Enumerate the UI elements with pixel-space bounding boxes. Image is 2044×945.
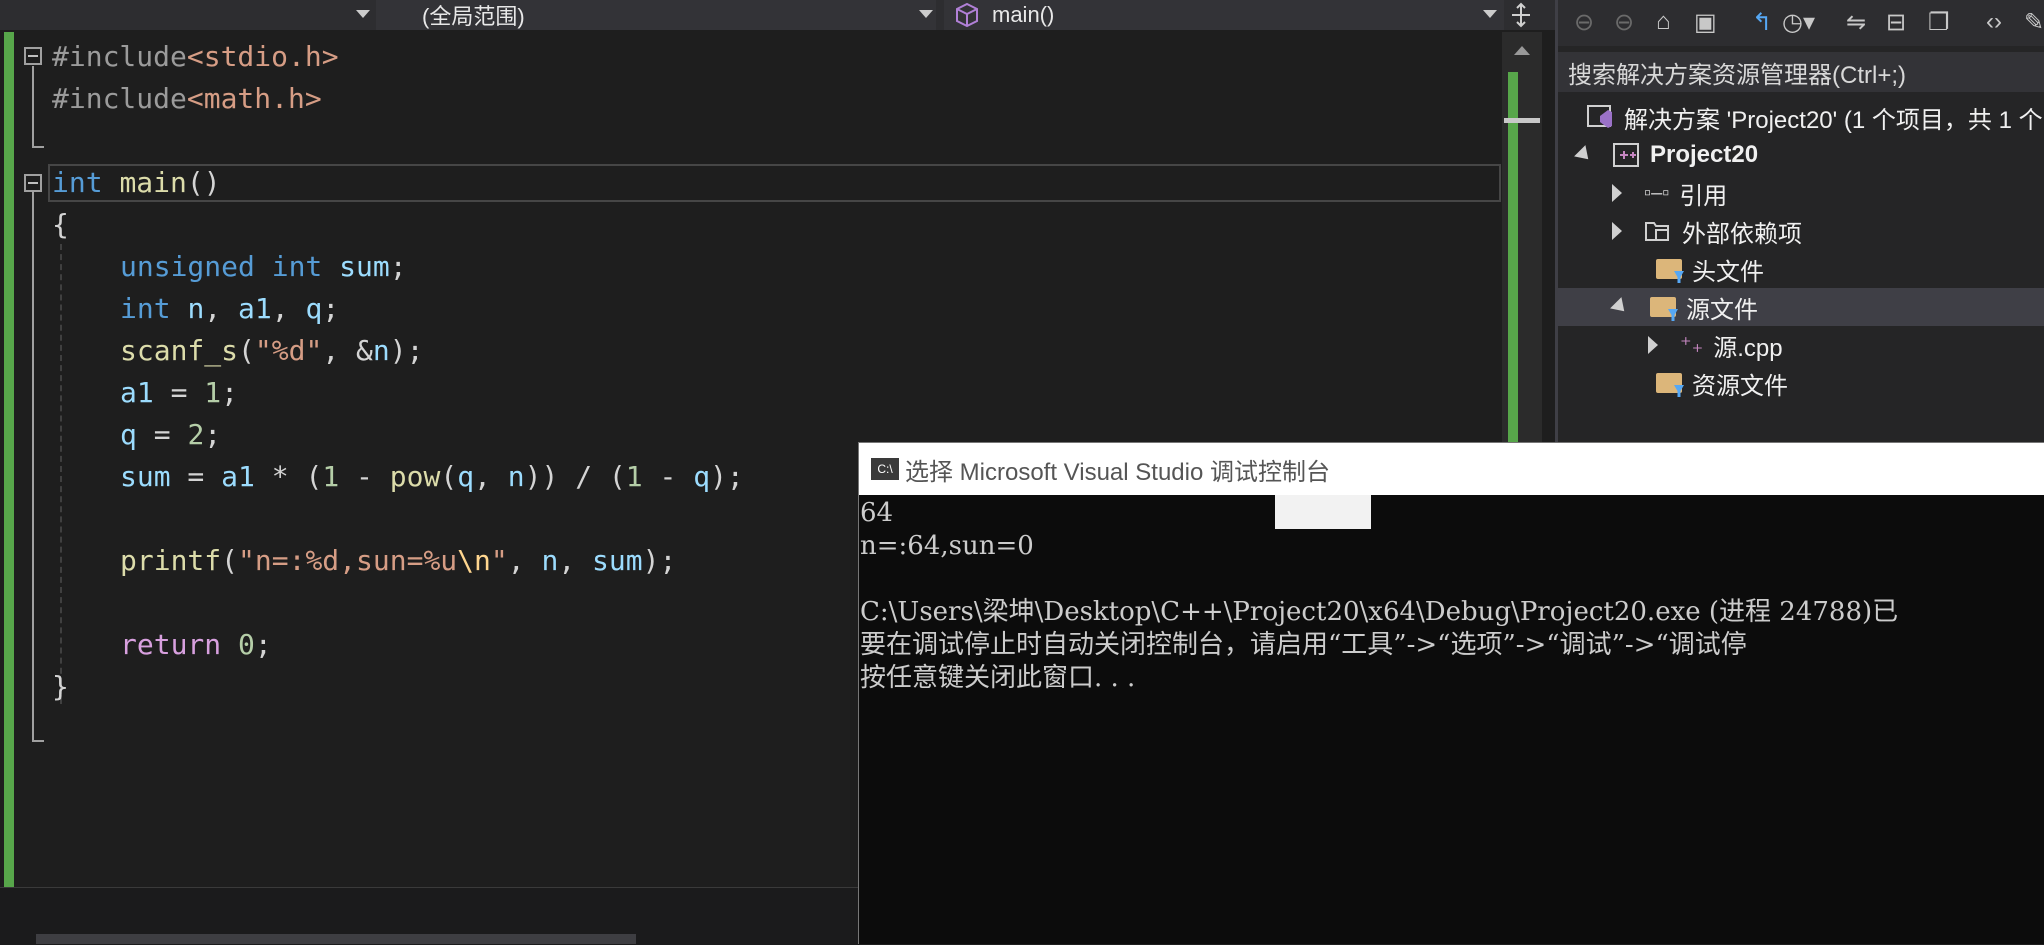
code-line: int n, a1, q;	[120, 292, 340, 325]
tree-item-external-deps[interactable]: 外部依赖项	[1612, 212, 1802, 250]
indent-guide	[60, 244, 62, 704]
cpp-project-icon	[1613, 143, 1639, 167]
back-icon[interactable]: ⊖	[1574, 8, 1594, 38]
header-files-label: 头文件	[1692, 258, 1764, 286]
collapse-all-icon[interactable]: ⊟	[1886, 8, 1906, 38]
source-files-label: 源文件	[1686, 296, 1758, 324]
code-line: return 0;	[120, 628, 272, 661]
console-output-line: C:\Users\梁坤\Desktop\C++\Project20\x64\De…	[860, 597, 1899, 627]
code-line: {	[52, 208, 69, 241]
external-deps-label: 外部依赖项	[1682, 220, 1802, 248]
history-icon[interactable]: ◷▾	[1782, 8, 1815, 38]
navigation-bar: (全局范围) main()	[0, 0, 1555, 30]
code-line: #include<math.h>	[52, 82, 322, 115]
code-line: int main()	[52, 166, 221, 199]
code-line: scanf_s("%d", &n);	[120, 334, 424, 367]
console-title-bar[interactable]: C:\ 选择 Microsoft Visual Studio 调试控制台	[859, 443, 2044, 495]
solution-label: 解决方案 'Project20' (1 个项目，共 1 个	[1624, 106, 2043, 134]
solution-icon	[1587, 105, 1612, 128]
code-line: a1 = 1;	[120, 376, 239, 409]
code-line: }	[52, 670, 69, 703]
search-placeholder: 搜索解决方案资源管理器(Ctrl+;)	[1568, 61, 1906, 89]
code-line: printf("n=:%d,sun=%u\n", n, sum);	[120, 544, 677, 577]
chevron-down-icon[interactable]	[919, 10, 933, 18]
horizontal-scrollbar-thumb[interactable]	[36, 934, 636, 944]
tree-item-source-cpp[interactable]: ⁺₊ 源.cpp	[1648, 326, 1783, 364]
scroll-up-icon[interactable]	[1514, 46, 1530, 55]
scope-dropdown[interactable]: (全局范围)	[376, 0, 936, 30]
tree-item-header-files[interactable]: 头文件	[1656, 250, 1764, 288]
filter-folder-icon	[1656, 259, 1682, 279]
filter-folder-icon	[1656, 373, 1682, 393]
solution-explorer-search[interactable]: 搜索解决方案资源管理器(Ctrl+;)	[1558, 52, 2044, 92]
console-output-line: 64	[860, 498, 894, 528]
chevron-down-icon[interactable]	[356, 10, 370, 18]
cube-icon	[956, 2, 978, 28]
tree-item-solution[interactable]: 解决方案 'Project20' (1 个项目，共 1 个	[1586, 98, 2043, 136]
references-label: 引用	[1679, 182, 1728, 210]
show-all-files-icon[interactable]: ❐	[1928, 8, 1950, 38]
console-app-icon: C:\	[871, 458, 899, 480]
resource-files-label: 资源文件	[1692, 372, 1788, 400]
expanded-icon[interactable]	[1574, 145, 1594, 165]
console-text-cursor	[1275, 495, 1371, 529]
expanded-icon[interactable]	[1610, 297, 1630, 317]
console-title: 选择 Microsoft Visual Studio 调试控制台	[905, 458, 1331, 486]
scrollbar-thumb[interactable]	[1504, 118, 1540, 123]
chevron-down-icon[interactable]	[1483, 10, 1497, 18]
pending-changes-icon[interactable]: ⇋	[1846, 8, 1866, 38]
properties-icon[interactable]: ✎	[2024, 8, 2044, 38]
sync-icon[interactable]: ↰	[1752, 8, 1772, 38]
home-icon[interactable]: ⌂	[1656, 8, 1671, 38]
vs-switch-icon[interactable]: ▣	[1694, 8, 1717, 38]
solution-explorer-toolbar: ⊖ ⊖ ⌂ ▣ ↰ ◷▾ ⇋ ⊟ ❐ ‹› ✎	[1558, 0, 2044, 46]
code-line: #include<stdio.h>	[52, 40, 339, 73]
tree-item-source-files[interactable]: 源文件	[1610, 288, 1758, 326]
code-line: unsigned int sum;	[120, 250, 407, 283]
external-deps-icon	[1645, 222, 1669, 241]
console-output-line: 按任意键关闭此窗口. . .	[860, 663, 1136, 693]
collapsed-icon[interactable]	[1648, 336, 1658, 354]
cpp-file-icon: ⁺₊	[1680, 332, 1704, 357]
code-line: sum = a1 * (1 - pow(q, n)) / (1 - q);	[120, 460, 744, 493]
scope-label: (全局范围)	[422, 4, 525, 29]
console-output-line: 要在调试停止时自动关闭控制台，请启用“工具”->“选项”->“调试”->“调试停	[860, 630, 1747, 660]
source-cpp-label: 源.cpp	[1713, 334, 1783, 362]
console-output-line: n=:64,sun=0	[860, 531, 1034, 561]
function-dropdown[interactable]: main()	[944, 0, 1504, 30]
collapse-icon[interactable]	[24, 174, 42, 192]
forward-icon[interactable]: ⊖	[1614, 8, 1634, 38]
split-icon[interactable]	[1508, 2, 1534, 28]
references-icon: ▫‒▫	[1644, 181, 1670, 204]
collapsed-icon[interactable]	[1612, 222, 1622, 240]
collapse-icon[interactable]	[24, 47, 42, 65]
tree-item-project[interactable]: Project20	[1574, 136, 1759, 174]
filter-folder-icon	[1650, 297, 1676, 317]
current-line-highlight	[48, 164, 1501, 202]
function-label: main()	[992, 2, 1055, 27]
collapsed-icon[interactable]	[1612, 184, 1622, 202]
tree-item-resource-files[interactable]: 资源文件	[1656, 364, 1788, 402]
code-view-icon[interactable]: ‹›	[1986, 8, 2002, 38]
tree-item-references[interactable]: ▫‒▫ 引用	[1612, 174, 1727, 212]
code-line: q = 2;	[120, 418, 222, 451]
project-label: Project20	[1650, 141, 1759, 168]
